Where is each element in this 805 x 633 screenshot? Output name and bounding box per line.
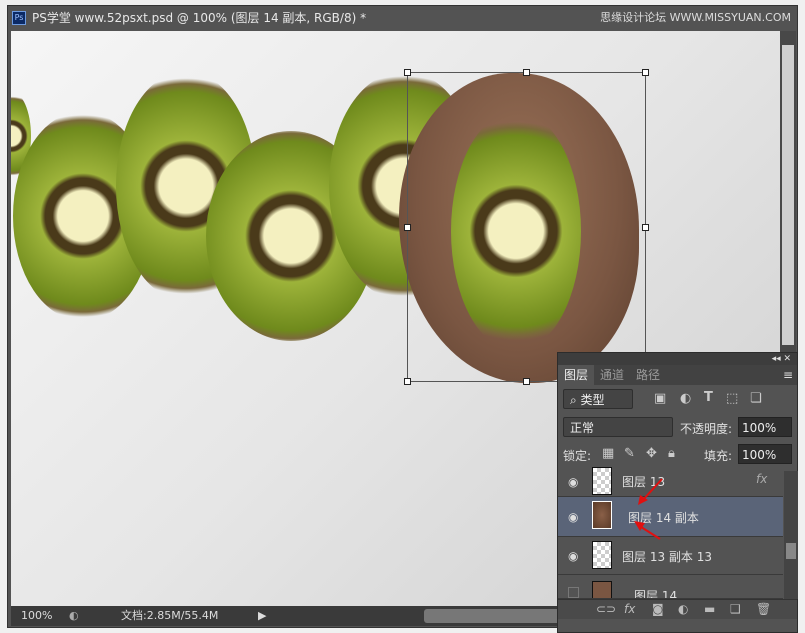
- lock-transparency-icon[interactable]: ▦: [602, 446, 614, 461]
- type-filter-icon[interactable]: T: [704, 390, 713, 405]
- link-layers-icon[interactable]: ⊂⊃: [596, 602, 616, 616]
- transform-handle[interactable]: [523, 69, 530, 76]
- eye-icon[interactable]: ◉: [568, 510, 578, 524]
- transform-handle[interactable]: [404, 378, 411, 385]
- layer-name: 图层 13 副本 13: [622, 550, 712, 564]
- transform-handle[interactable]: [642, 224, 649, 231]
- adjustment-filter-icon[interactable]: ◐: [680, 391, 691, 406]
- fill-label: 填充:: [704, 449, 733, 463]
- opacity-label: 不透明度:: [680, 422, 733, 436]
- visibility-toggle-off[interactable]: [568, 587, 579, 598]
- layers-toolbar: ⊂⊃ fx ◙ ◐ ▬ ❑ 🗑︎: [558, 599, 797, 619]
- layer-thumbnail: [592, 541, 612, 569]
- fill-input[interactable]: 100%: [738, 444, 792, 464]
- annotation-arrows: [634, 478, 663, 540]
- layer-row[interactable]: ◉ 图层 13 fx: [558, 467, 783, 497]
- layer-row[interactable]: ◉ 图层 13 副本 13: [558, 537, 783, 575]
- layer-thumbnail: [592, 501, 612, 529]
- image-filter-icon[interactable]: ▣: [654, 391, 666, 406]
- fx-badge[interactable]: fx: [756, 472, 767, 486]
- lock-position-icon[interactable]: ✥: [646, 446, 657, 461]
- add-mask-icon[interactable]: ◙: [652, 602, 664, 616]
- transform-box[interactable]: [407, 72, 646, 382]
- blend-mode-select[interactable]: 正常: [563, 417, 673, 437]
- panel-menu-icon[interactable]: ≡: [783, 365, 797, 385]
- tab-layers[interactable]: 图层: [558, 365, 595, 385]
- horizontal-scroll-thumb[interactable]: [424, 609, 561, 623]
- opacity-input[interactable]: 100%: [738, 417, 792, 437]
- scroll-thumb[interactable]: [782, 45, 794, 345]
- layer-row[interactable]: 图层 14: [558, 575, 783, 599]
- transform-handle[interactable]: [404, 224, 411, 231]
- layer-row-selected[interactable]: ◉ 图层 14 副本: [558, 497, 783, 537]
- new-group-icon[interactable]: ▬: [704, 602, 715, 616]
- filter-select[interactable]: ⌕ 类型: [563, 389, 633, 409]
- layer-name: 图层 14: [634, 589, 678, 599]
- transform-handle[interactable]: [642, 69, 649, 76]
- zoom-level[interactable]: 100%: [21, 606, 52, 626]
- shape-filter-icon[interactable]: ⬚: [726, 391, 738, 406]
- smart-object-filter-icon[interactable]: ❏: [750, 391, 762, 406]
- watermark: 思缘设计论坛 WWW.MISSYUAN.COM: [600, 11, 791, 24]
- filter-value: 类型: [580, 393, 605, 407]
- panel-collapse-icon[interactable]: ◂◂ ✕: [558, 353, 797, 365]
- transform-handle[interactable]: [404, 69, 411, 76]
- delete-layer-icon[interactable]: 🗑︎: [756, 602, 771, 616]
- lock-label: 锁定:: [563, 449, 592, 463]
- title-bar: Ps PS学堂 www.52psxt.psd @ 100% (图层 14 副本,…: [8, 6, 797, 30]
- layer-thumbnail: [592, 581, 612, 598]
- eye-icon[interactable]: ◉: [568, 475, 578, 489]
- fx-icon[interactable]: fx: [624, 602, 635, 616]
- lock-all-icon[interactable]: 🔒︎: [668, 446, 675, 461]
- tab-channels[interactable]: 通道: [594, 365, 630, 385]
- doc-size: 文档:2.85M/55.4M: [121, 609, 219, 622]
- layers-panel: ◂◂ ✕ 图层 通道 路径 ≡ ⌕ 类型 ▣ ◐ T ⬚ ❏ 正常 不透明度: …: [557, 352, 798, 633]
- play-arrow-icon[interactable]: ▶: [258, 606, 266, 626]
- layers-scrollbar[interactable]: [784, 471, 798, 599]
- new-layer-icon[interactable]: ❑: [730, 602, 741, 616]
- transform-handle[interactable]: [523, 378, 530, 385]
- document-title: PS学堂 www.52psxt.psd @ 100% (图层 14 副本, RG…: [32, 11, 367, 25]
- status-icon[interactable]: ◐: [69, 606, 79, 626]
- eye-icon[interactable]: ◉: [568, 549, 578, 563]
- adjustment-layer-icon[interactable]: ◐: [678, 602, 688, 616]
- tab-paths[interactable]: 路径: [630, 365, 666, 385]
- scroll-thumb[interactable]: [786, 543, 796, 559]
- layer-thumbnail: [592, 467, 612, 495]
- photoshop-icon: Ps: [12, 11, 26, 25]
- lock-paint-icon[interactable]: ✎: [624, 446, 635, 461]
- status-bar: 100% ◐ 文档:2.85M/55.4M ▶: [11, 606, 561, 626]
